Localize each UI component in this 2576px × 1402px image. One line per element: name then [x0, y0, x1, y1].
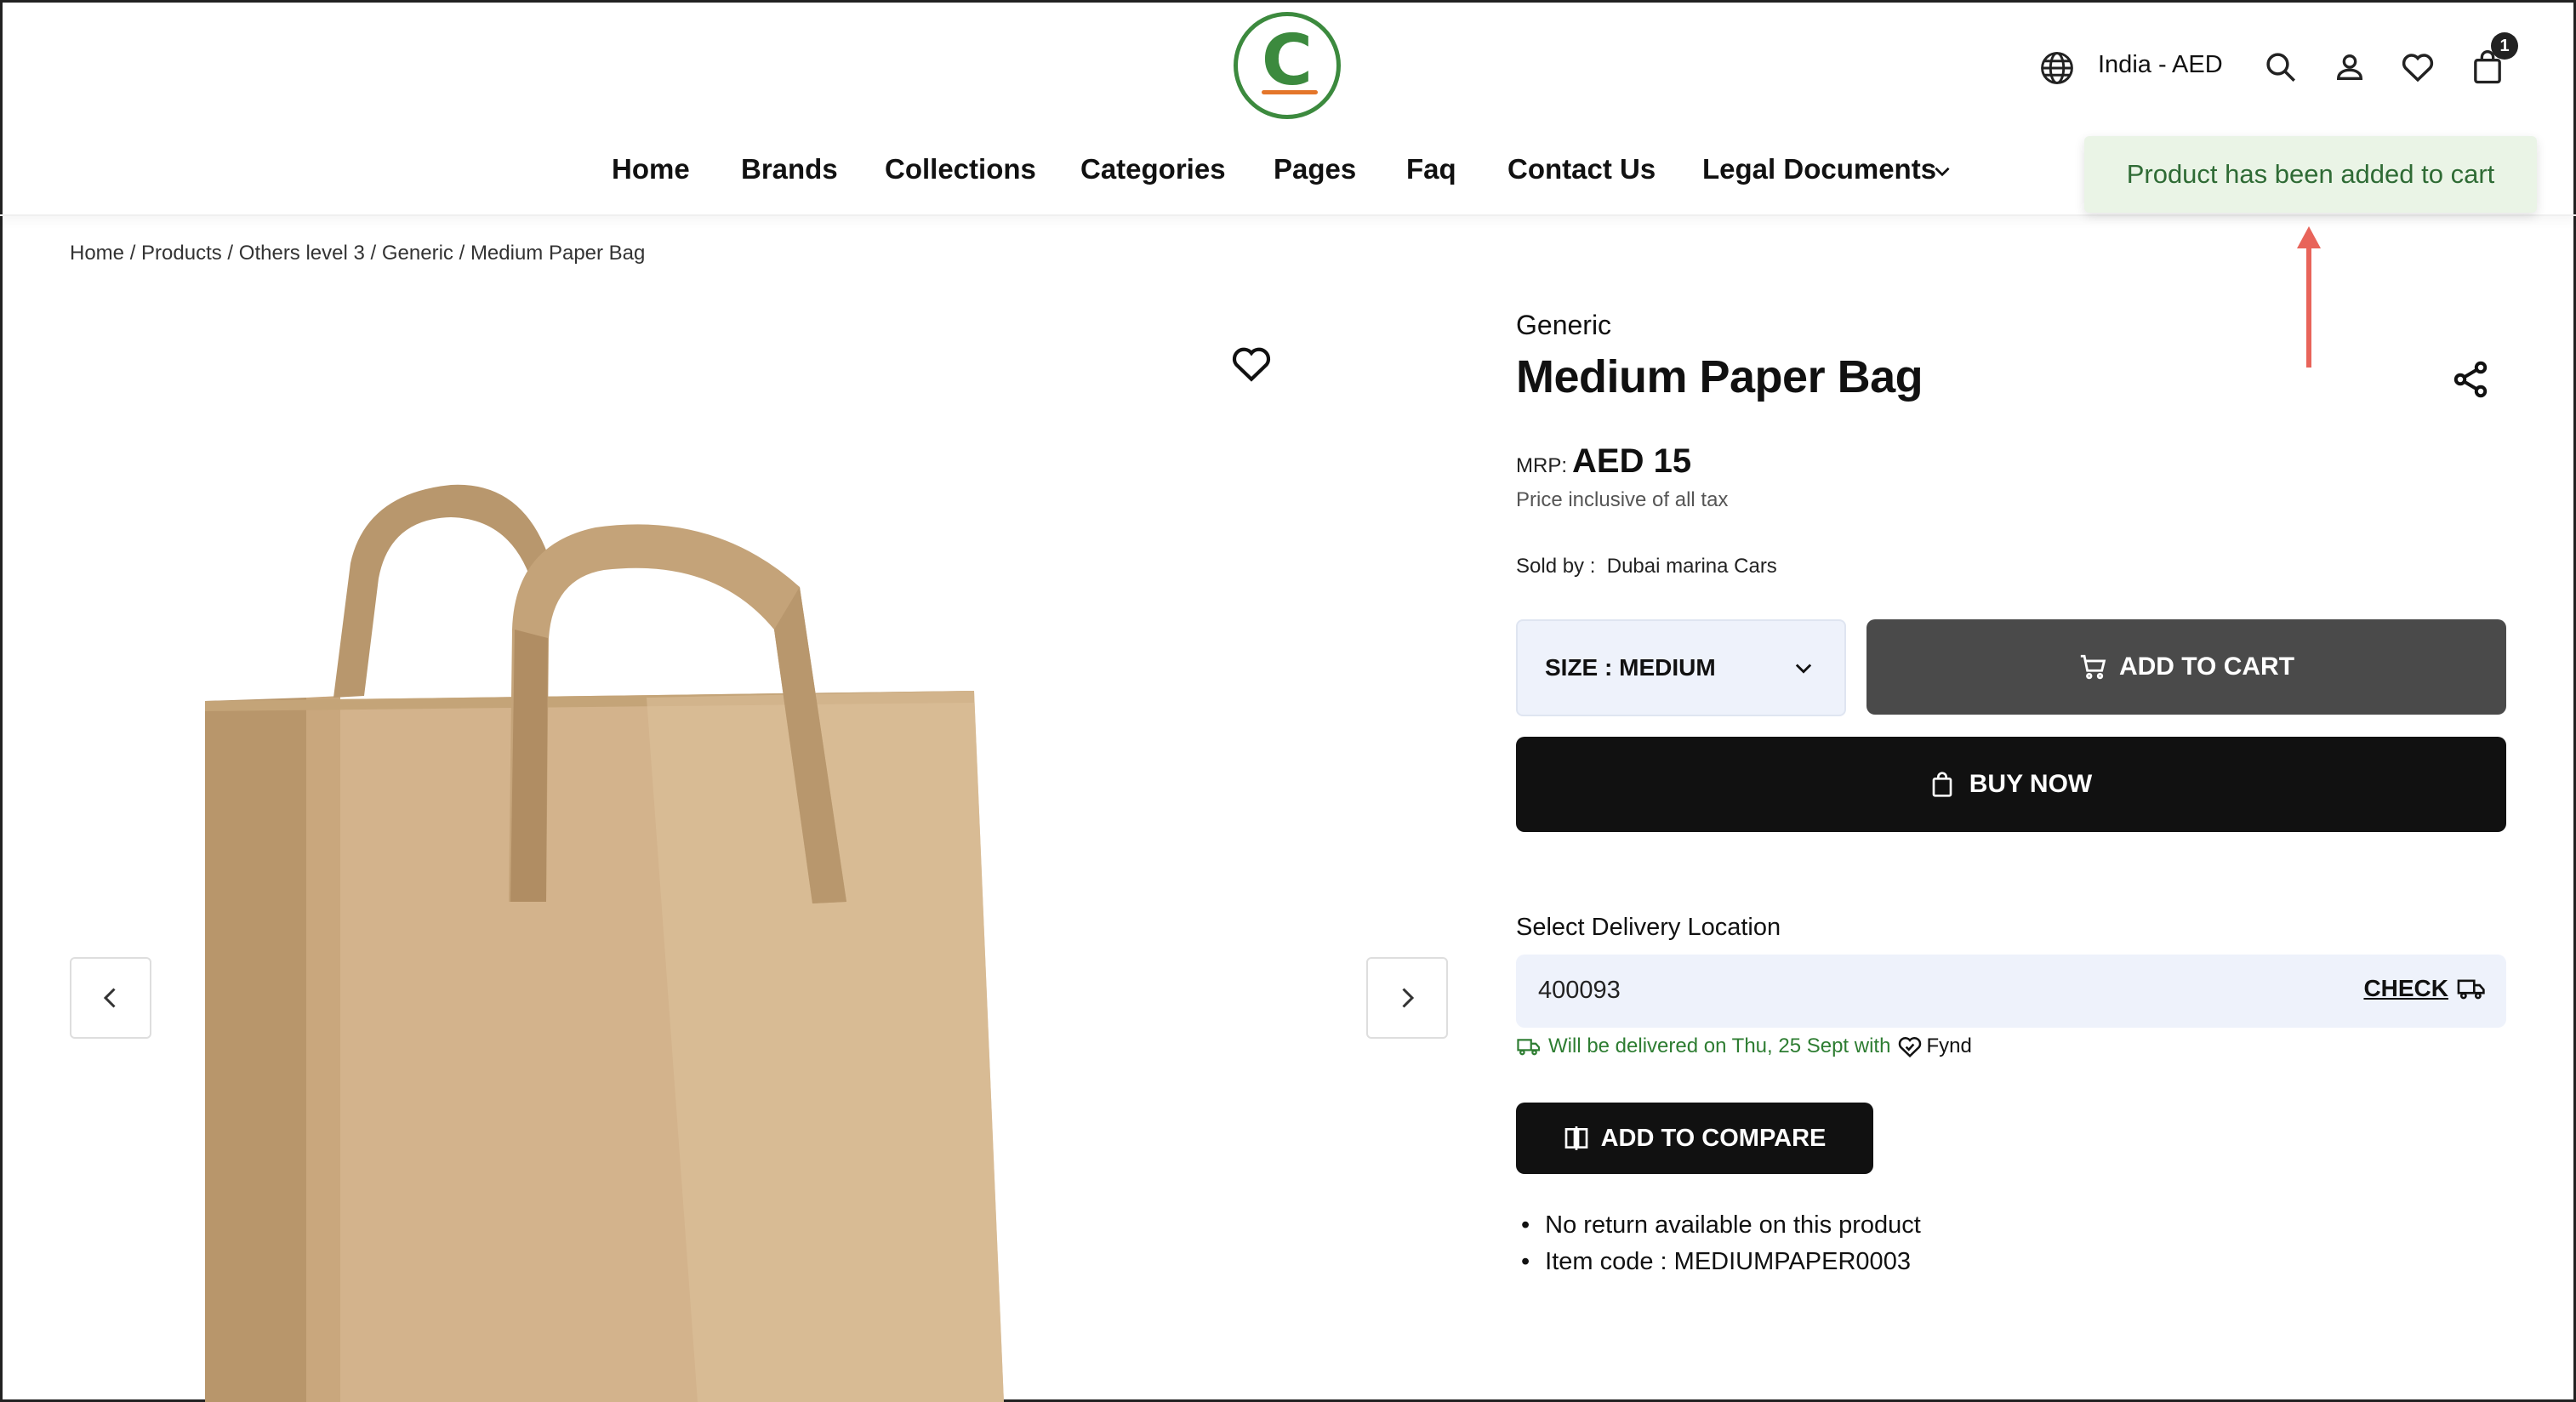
- site-logo[interactable]: C: [1234, 12, 1341, 119]
- chevron-right-icon: [1402, 988, 1415, 1008]
- chevron-down-icon[interactable]: [1931, 160, 1953, 182]
- tax-note: Price inclusive of all tax: [1516, 488, 1729, 511]
- breadcrumb-others-level-3[interactable]: Others level 3: [239, 242, 365, 265]
- compare-icon: [1564, 1126, 1587, 1150]
- delivery-estimate: Will be delivered on Thu, 25 Sept with F…: [1516, 1034, 1972, 1058]
- nav-brands[interactable]: Brands: [741, 153, 838, 185]
- price-row: MRP: AED 15: [1516, 442, 1691, 481]
- pincode-input[interactable]: 400093: [1538, 977, 1621, 1005]
- sold-by-label: Sold by :: [1516, 555, 1596, 578]
- check-label: CHECK: [2363, 975, 2448, 1001]
- nav-contact-us[interactable]: Contact Us: [1507, 153, 1656, 185]
- nav-faq[interactable]: Faq: [1406, 153, 1456, 185]
- share-icon[interactable]: [2450, 359, 2491, 400]
- compare-label: ADD TO COMPARE: [1600, 1124, 1827, 1152]
- annotation-arrow: [2297, 226, 2321, 368]
- product-notes: No return available on this product Item…: [1521, 1211, 1921, 1285]
- return-policy-note: No return available on this product: [1521, 1211, 1921, 1240]
- product-price: AED 15: [1572, 442, 1692, 480]
- nav-categories[interactable]: Categories: [1080, 153, 1226, 185]
- breadcrumb-generic[interactable]: Generic: [382, 242, 453, 265]
- wishlist-heart-icon[interactable]: [1230, 344, 1273, 383]
- chevron-left-icon: [103, 988, 116, 1008]
- buy-now-label: BUY NOW: [1969, 770, 2093, 798]
- breadcrumb-products[interactable]: Products: [141, 242, 222, 265]
- chevron-down-icon: [1795, 664, 1812, 674]
- delivery-message: Will be delivered on Thu, 25 Sept with: [1548, 1034, 1891, 1057]
- logo-underline: [1262, 90, 1318, 94]
- add-to-compare-button[interactable]: ADD TO COMPARE: [1516, 1103, 1873, 1174]
- nav-collections[interactable]: Collections: [885, 153, 1036, 185]
- breadcrumb: Home / Products / Others level 3 / Gener…: [70, 242, 645, 265]
- search-icon[interactable]: [2263, 49, 2299, 85]
- product-image: [205, 484, 1004, 1402]
- breadcrumb-sep: /: [124, 242, 142, 265]
- shopping-bag-icon: [1932, 772, 1952, 797]
- add-to-cart-label: ADD TO CART: [2118, 653, 2295, 681]
- seller-name: Dubai marina Cars: [1606, 555, 1777, 578]
- product-brand[interactable]: Generic: [1516, 310, 1611, 341]
- cart-icon: [2080, 654, 2106, 680]
- delivery-partner: Fynd: [1897, 1034, 1972, 1058]
- sold-by: Sold by : Dubai marina Cars: [1516, 555, 1777, 578]
- locale-selector[interactable]: India - AED: [2098, 51, 2223, 79]
- delivery-partner-name: Fynd: [1926, 1034, 1972, 1057]
- fynd-logo-icon: [1899, 1037, 1922, 1057]
- truck-icon: [2457, 979, 2485, 1000]
- item-code: Item code : MEDIUMPAPER0003: [1521, 1248, 1921, 1276]
- nav-pages[interactable]: Pages: [1274, 153, 1356, 185]
- nav-legal-documents[interactable]: Legal Documents: [1702, 153, 1936, 185]
- check-pincode-button[interactable]: CHECK: [2363, 975, 2486, 1002]
- delivery-location-label: Select Delivery Location: [1516, 914, 1781, 941]
- nav-home[interactable]: Home: [612, 153, 690, 185]
- breadcrumb-sep: /: [453, 242, 470, 265]
- product-title: Medium Paper Bag: [1516, 351, 1923, 402]
- cart-count-badge: 1: [2491, 32, 2518, 60]
- cart-toast: Product has been added to cart: [2084, 136, 2537, 213]
- heart-icon[interactable]: [2399, 49, 2436, 85]
- carousel-next-button[interactable]: [1366, 957, 1448, 1039]
- size-dropdown[interactable]: SIZE : MEDIUM: [1516, 619, 1846, 716]
- size-label: SIZE : MEDIUM: [1545, 654, 1716, 681]
- globe-icon[interactable]: [2038, 49, 2076, 87]
- carousel-prev-button[interactable]: [70, 957, 151, 1039]
- pincode-field[interactable]: 400093 CHECK: [1516, 955, 2506, 1028]
- buy-now-button[interactable]: BUY NOW: [1516, 737, 2506, 832]
- breadcrumb-sep: /: [364, 242, 382, 265]
- logo-letter: C: [1261, 20, 1314, 101]
- breadcrumb-current: Medium Paper Bag: [470, 242, 646, 265]
- truck-icon: [1517, 1039, 1541, 1056]
- user-icon[interactable]: [2333, 49, 2367, 85]
- add-to-cart-button[interactable]: ADD TO CART: [1866, 619, 2506, 715]
- breadcrumb-home[interactable]: Home: [70, 242, 124, 265]
- breadcrumb-sep: /: [221, 242, 239, 265]
- mrp-label: MRP:: [1516, 454, 1567, 477]
